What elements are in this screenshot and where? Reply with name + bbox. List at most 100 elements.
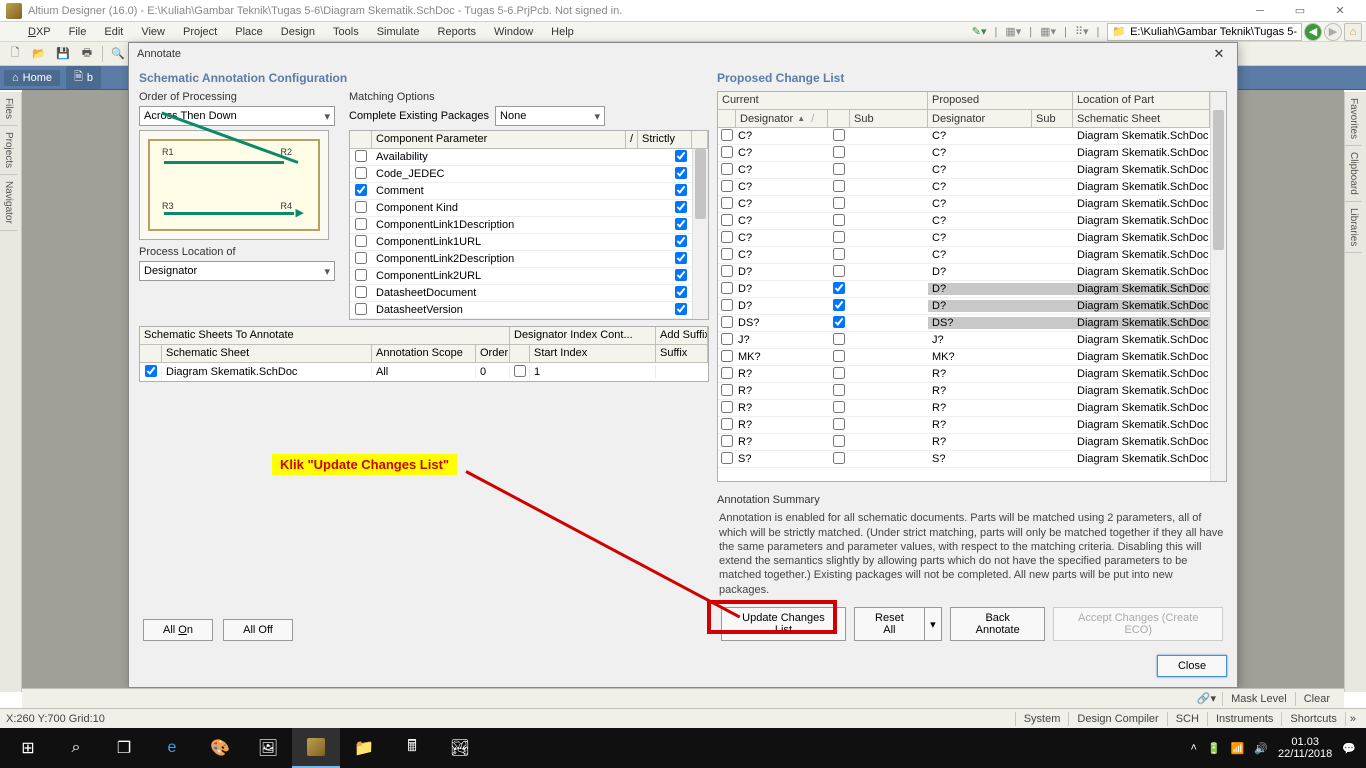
pcl-row[interactable]: C? C? Diagram Skematik.SchDoc (718, 247, 1226, 264)
sheet-row[interactable]: Diagram Skematik.SchDoc All 0 1 (140, 363, 708, 381)
strict-checkbox[interactable] (675, 201, 687, 213)
sub-checkbox[interactable] (833, 146, 845, 158)
close-button[interactable]: ✕ (1320, 1, 1360, 21)
pcl-checkbox[interactable] (721, 350, 733, 362)
edge-icon[interactable]: e (148, 728, 196, 768)
pcl-checkbox[interactable] (721, 265, 733, 277)
param-checkbox[interactable] (355, 269, 367, 281)
param-checkbox[interactable] (355, 252, 367, 264)
strict-checkbox[interactable] (675, 235, 687, 247)
sub-checkbox[interactable] (833, 265, 845, 277)
design-compiler-panel[interactable]: Design Compiler (1068, 712, 1166, 726)
sub-checkbox[interactable] (833, 214, 845, 226)
sub-checkbox[interactable] (833, 248, 845, 260)
strict-checkbox[interactable] (675, 303, 687, 315)
all-off-button[interactable]: All Off (223, 619, 293, 641)
pcl-row[interactable]: C? C? Diagram Skematik.SchDoc (718, 179, 1226, 196)
menu-design[interactable]: Design (273, 24, 323, 40)
pcl-row[interactable]: C? C? Diagram Skematik.SchDoc (718, 230, 1226, 247)
pcl-checkbox[interactable] (721, 384, 733, 396)
param-row[interactable]: Availability (350, 149, 708, 166)
pcl-checkbox[interactable] (721, 316, 733, 328)
menu-help[interactable]: Help (543, 24, 582, 40)
proc-loc-combo[interactable]: Designator ▾ (139, 261, 335, 281)
system-tray[interactable]: ˄ 🔋 📶 🔊 01.03 22/11/2018 💬 (1191, 736, 1363, 760)
side-tab-files[interactable]: Files (0, 92, 17, 126)
chevron-up-icon[interactable]: ˄ (1191, 742, 1197, 754)
sub-checkbox[interactable] (833, 180, 845, 192)
pcl-checkbox[interactable] (721, 418, 733, 430)
grid2-icon[interactable]: ▦▾ (1040, 25, 1056, 38)
menu-view[interactable]: View (133, 24, 173, 40)
menu-window[interactable]: Window (486, 24, 541, 40)
dialog-close-button[interactable]: ✕ (1209, 46, 1229, 62)
open-file-icon[interactable]: 📂 (28, 44, 50, 64)
nav-fwd-button[interactable]: ▶ (1324, 23, 1342, 41)
menu-project[interactable]: Project (175, 24, 225, 40)
sub-checkbox[interactable] (833, 316, 845, 328)
clock[interactable]: 01.03 22/11/2018 (1278, 736, 1332, 760)
param-checkbox[interactable] (355, 167, 367, 179)
close-button[interactable]: Close (1157, 655, 1227, 677)
sub-checkbox[interactable] (833, 282, 845, 294)
system-panel[interactable]: System (1015, 712, 1069, 726)
strict-head[interactable]: Strictly (638, 131, 692, 148)
image-icon[interactable]: 🏞 (436, 728, 484, 768)
paint-icon[interactable]: 🎨 (196, 728, 244, 768)
pcl-checkbox[interactable] (721, 282, 733, 294)
side-tab-navigator[interactable]: Navigator (0, 175, 17, 231)
side-tab-clipboard[interactable]: Clipboard (1345, 146, 1362, 202)
menu-file[interactable]: File (61, 24, 95, 40)
pcl-row[interactable]: R? R? Diagram Skematik.SchDoc (718, 434, 1226, 451)
sub-checkbox[interactable] (833, 163, 845, 175)
sub-checkbox[interactable] (833, 452, 845, 464)
pcl-row[interactable]: C? C? Diagram Skematik.SchDoc (718, 128, 1226, 145)
b-button[interactable]: 🗎 b (66, 66, 101, 89)
dots-icon[interactable]: ⠿▾ (1075, 25, 1089, 38)
path-combo[interactable]: 📁 E:\Kuliah\Gambar Teknik\Tugas 5- (1107, 23, 1302, 41)
pcl-row[interactable]: D? D? Diagram Skematik.SchDoc (718, 298, 1226, 315)
sub-checkbox[interactable] (833, 231, 845, 243)
pcl-checkbox[interactable] (721, 231, 733, 243)
sub-checkbox[interactable] (833, 129, 845, 141)
sub-checkbox[interactable] (833, 435, 845, 447)
param-checkbox[interactable] (355, 235, 367, 247)
menu-simulate[interactable]: Simulate (369, 24, 428, 40)
menu-tools[interactable]: Tools (325, 24, 367, 40)
param-row[interactable]: Component Kind (350, 200, 708, 217)
pcl-checkbox[interactable] (721, 452, 733, 464)
pcl-checkbox[interactable] (721, 401, 733, 413)
chevron-down-icon[interactable]: ▾ (925, 607, 942, 641)
param-scrollbar[interactable] (692, 149, 708, 319)
pcl-checkbox[interactable] (721, 435, 733, 447)
save-icon[interactable]: 💾 (52, 44, 74, 64)
pcl-row[interactable]: C? C? Diagram Skematik.SchDoc (718, 162, 1226, 179)
sub-checkbox[interactable] (833, 384, 845, 396)
param-head[interactable]: Component Parameter (372, 131, 626, 148)
strict-checkbox[interactable] (675, 218, 687, 230)
param-checkbox[interactable] (355, 218, 367, 230)
param-checkbox[interactable] (355, 201, 367, 213)
pcl-row[interactable]: S? S? Diagram Skematik.SchDoc (718, 451, 1226, 468)
strict-checkbox[interactable] (675, 286, 687, 298)
param-row[interactable]: Comment (350, 183, 708, 200)
pcl-row[interactable]: DS? DS? Diagram Skematik.SchDoc (718, 315, 1226, 332)
link-icon[interactable]: 🔗▾ (1197, 692, 1216, 705)
instruments-panel[interactable]: Instruments (1207, 712, 1281, 726)
complete-combo[interactable]: None ▾ (495, 106, 605, 126)
task-view-button[interactable]: ❐ (100, 728, 148, 768)
altium-icon[interactable] (292, 728, 340, 768)
menu-edit[interactable]: Edit (96, 24, 131, 40)
reset-all-button[interactable]: Reset All ▾ (854, 607, 942, 641)
all-on-button[interactable]: All On (143, 619, 213, 641)
zoom-icon[interactable]: 🔍 (107, 44, 129, 64)
clear-button[interactable]: Clear (1295, 692, 1338, 706)
pcl-checkbox[interactable] (721, 129, 733, 141)
sub-checkbox[interactable] (833, 197, 845, 209)
pcl-checkbox[interactable] (721, 299, 733, 311)
sub-checkbox[interactable] (833, 401, 845, 413)
strict-checkbox[interactable] (675, 167, 687, 179)
pcl-checkbox[interactable] (721, 163, 733, 175)
pcl-checkbox[interactable] (721, 197, 733, 209)
param-row[interactable]: ComponentLink2URL (350, 268, 708, 285)
